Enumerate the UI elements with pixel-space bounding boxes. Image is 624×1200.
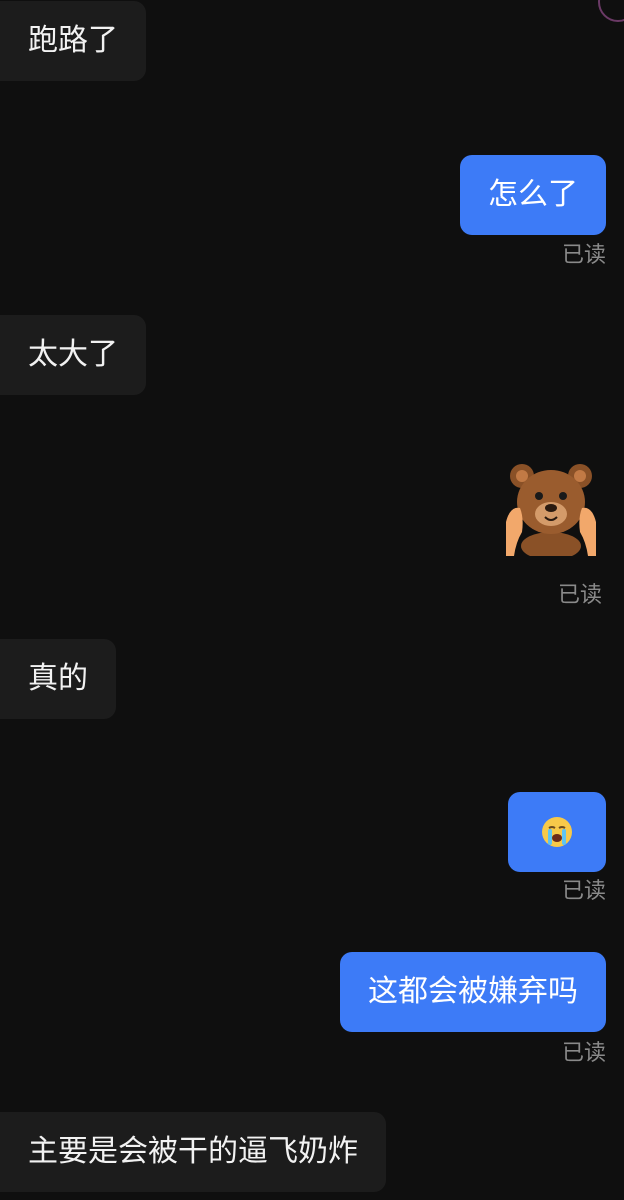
message-text: 跑路了: [28, 23, 118, 58]
message-text: 这都会被嫌弃吗: [368, 974, 578, 1009]
read-receipt: 已读: [561, 1041, 606, 1066]
incoming-message-bubble[interactable]: 主要是会被干的逼飞奶炸: [0, 1112, 386, 1192]
loudly-crying-face-icon: [542, 817, 572, 847]
bear-covering-cheeks-icon: [506, 464, 596, 560]
read-receipt: 已读: [561, 243, 606, 268]
read-receipt: 已读: [557, 583, 602, 608]
bear-sticker[interactable]: [502, 462, 600, 560]
message-text: 怎么了: [488, 177, 578, 212]
outgoing-emoji-bubble[interactable]: [508, 792, 606, 872]
message-text: 主要是会被干的逼飞奶炸: [28, 1134, 358, 1169]
outgoing-message-bubble[interactable]: 怎么了: [460, 155, 606, 235]
outgoing-message-bubble[interactable]: 这都会被嫌弃吗: [340, 952, 606, 1032]
message-text: 太大了: [28, 337, 118, 372]
incoming-message-bubble[interactable]: 跑路了: [0, 1, 146, 81]
message-text: 真的: [28, 661, 88, 696]
chat-thread: 跑路了 怎么了 已读 太大了 已读 真的 已读 这都会被嫌弃吗 已读 主要是会被…: [0, 0, 624, 1200]
read-receipt: 已读: [561, 879, 606, 904]
incoming-message-bubble[interactable]: 太大了: [0, 315, 146, 395]
incoming-message-bubble[interactable]: 真的: [0, 639, 116, 719]
corner-orb-icon: [598, 0, 624, 22]
